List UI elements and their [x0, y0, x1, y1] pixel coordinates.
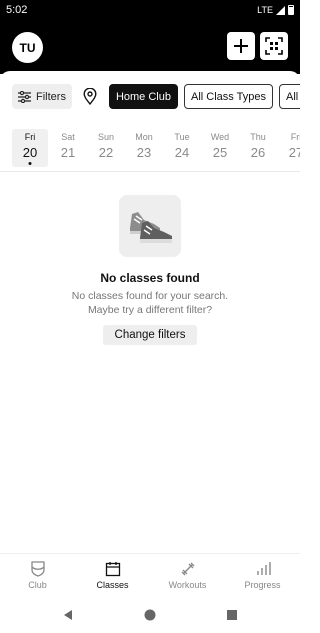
day-name: Mon [135, 132, 153, 142]
day-date: 27 [288, 145, 300, 160]
location-button[interactable] [78, 84, 103, 109]
status-indicators: LTE [257, 5, 294, 15]
club-icon [30, 561, 45, 577]
day-name: Thu [250, 132, 266, 142]
sliders-icon [18, 90, 31, 103]
nav-classes[interactable]: Classes [75, 554, 150, 597]
bottom-nav: Club Classes Workouts Progress [0, 553, 300, 597]
dumbbell-icon [181, 562, 194, 576]
qr-scan-icon [265, 37, 283, 55]
nav-workouts[interactable]: Workouts [150, 554, 225, 597]
system-nav-bar [0, 597, 300, 633]
day-date: 22 [98, 145, 114, 160]
empty-message-line-2: Maybe try a different filter? [87, 304, 213, 316]
day-date: 24 [174, 145, 190, 160]
nav-label: Classes [96, 580, 129, 590]
chip-all[interactable]: All [278, 84, 300, 109]
day-name: Wed [210, 132, 230, 142]
chip-all-class-types[interactable]: All Class Types [183, 84, 273, 109]
day-item[interactable]: Wed 25 [202, 129, 238, 167]
nav-label: Workouts [168, 580, 207, 590]
day-item[interactable]: Mon 23 [126, 129, 162, 167]
add-button[interactable] [227, 32, 255, 60]
home-icon[interactable] [144, 609, 156, 621]
divider [0, 171, 300, 172]
scan-button[interactable] [260, 32, 288, 60]
location-pin-icon [83, 88, 97, 105]
recents-icon[interactable] [226, 609, 238, 621]
status-time: 5:02 [6, 4, 28, 16]
calendar-icon [105, 562, 120, 577]
day-date: 23 [136, 145, 152, 160]
day-name: Fri [290, 132, 300, 142]
day-date: 20 [22, 145, 38, 160]
status-bar: 5:02 LTE [0, 0, 300, 20]
day-item[interactable]: Thu 26 [240, 129, 276, 167]
network-type: LTE [257, 5, 273, 15]
nav-label: Progress [244, 580, 281, 590]
nav-label: Club [28, 580, 47, 590]
bar-chart-icon [256, 562, 271, 575]
day-date: 21 [60, 145, 76, 160]
day-item[interactable]: Sun 22 [88, 129, 124, 167]
day-date: 26 [250, 145, 266, 160]
filter-row: Filters Home Club All Class Types All [12, 84, 300, 110]
avatar[interactable]: TU [12, 32, 43, 63]
signal-icon [276, 5, 285, 15]
empty-title: No classes found [100, 271, 200, 285]
day-name: Fri [24, 132, 36, 142]
filters-button[interactable]: Filters [12, 84, 72, 109]
empty-state: No classes found No classes found for yo… [0, 195, 300, 345]
day-date: 25 [212, 145, 228, 160]
selected-dot [28, 162, 32, 165]
filters-label: Filters [36, 90, 66, 103]
nav-club[interactable]: Club [0, 554, 75, 597]
empty-message-line-1: No classes found for your search. [71, 290, 229, 302]
battery-icon [288, 5, 294, 15]
day-item[interactable]: Tue 24 [164, 129, 200, 167]
day-item[interactable]: Fri 27 [278, 129, 300, 167]
date-strip: Fri 20 Sat 21 Sun 22 Mon 23 Tue 24 Wed 2… [12, 129, 300, 169]
sneakers-icon [119, 195, 181, 257]
day-item[interactable]: Sat 21 [50, 129, 86, 167]
day-name: Sun [97, 132, 114, 142]
day-item[interactable]: Fri 20 [12, 129, 48, 167]
chip-home-club[interactable]: Home Club [108, 84, 178, 109]
nav-progress[interactable]: Progress [225, 554, 300, 597]
day-name: Tue [174, 132, 190, 142]
app-bar: TU [0, 20, 300, 74]
day-name: Sat [61, 132, 75, 142]
back-icon[interactable] [62, 609, 74, 621]
plus-icon [234, 39, 248, 53]
change-filters-button[interactable]: Change filters [102, 325, 198, 345]
